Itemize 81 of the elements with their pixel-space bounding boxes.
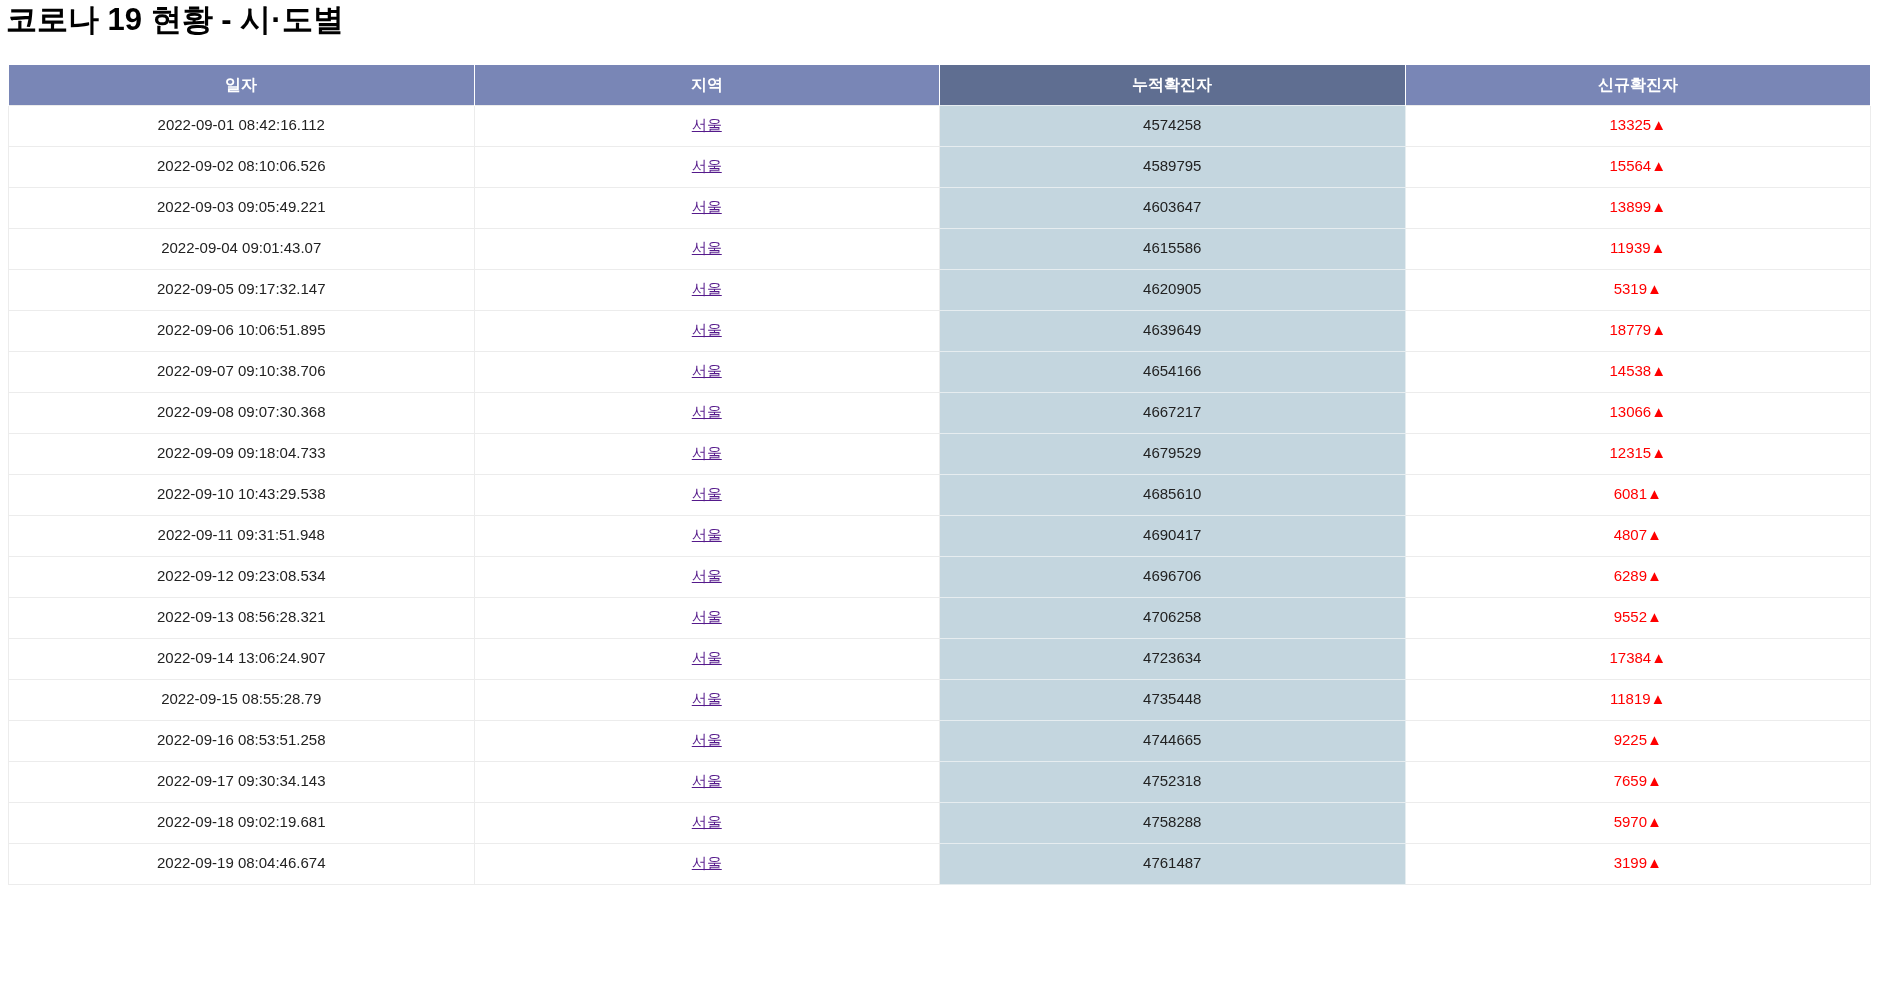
table-cell: 18779▲ [1609,321,1667,339]
region-link[interactable]: 서울 [691,444,722,462]
table-cell: 2022-09-07 09:10:38.706 [157,362,326,380]
table-cell: 4639649 [1143,321,1202,339]
column-header[interactable]: 지역 [474,65,940,105]
table-cell: 4723634 [1143,649,1202,667]
page-title: 코로나 19 현황 - 시·도별 [5,1,345,39]
table-cell: 2022-09-15 08:55:28.79 [161,690,322,708]
region-link[interactable]: 서울 [691,362,722,380]
table-cell: 13066▲ [1609,403,1667,421]
region-link[interactable]: 서울 [691,731,722,749]
region-link[interactable]: 서울 [691,690,722,708]
table-cell: 4807▲ [1613,526,1662,544]
table-cell: 2022-09-16 08:53:51.258 [157,731,326,749]
region-link[interactable]: 서울 [691,649,722,667]
table-cell: 2022-09-08 09:07:30.368 [157,403,326,421]
region-link[interactable]: 서울 [691,854,722,872]
column-header[interactable]: 신규확진자 [1405,65,1871,105]
table-cell: 6289▲ [1613,567,1662,585]
table-cell: 4696706 [1143,567,1202,585]
table-cell: 4615586 [1143,239,1202,257]
table-cell: 2022-09-03 09:05:49.221 [157,198,326,216]
region-link[interactable]: 서울 [691,116,722,134]
table-cell: 2022-09-18 09:02:19.681 [157,813,326,831]
table-cell: 14538▲ [1609,362,1667,380]
table-cell: 2022-09-04 09:01:43.07 [161,239,322,257]
table-cell: 17384▲ [1609,649,1667,667]
region-link[interactable]: 서울 [691,198,722,216]
table-cell: 11819▲ [1610,690,1666,708]
table-cell: 13899▲ [1609,198,1667,216]
table-cell: 6081▲ [1613,485,1662,503]
column-header[interactable]: 누적확진자 [939,65,1405,105]
table-cell: 2022-09-06 10:06:51.895 [157,321,326,339]
table-cell: 4706258 [1143,608,1202,626]
table-cell: 2022-09-17 09:30:34.143 [157,772,326,790]
region-link[interactable]: 서울 [691,321,722,339]
table-cell: 4752318 [1143,772,1202,790]
region-link[interactable]: 서울 [691,280,722,298]
table-cell: 2022-09-19 08:04:46.674 [157,854,326,872]
table-cell: 4679529 [1143,444,1202,462]
table-cell: 4685610 [1143,485,1202,503]
region-link[interactable]: 서울 [691,813,722,831]
table-cell: 4620905 [1143,280,1202,298]
table-cell: 15564▲ [1609,157,1667,175]
table-cell: 4690417 [1143,526,1202,544]
table-cell: 2022-09-01 08:42:16.112 [157,116,325,134]
table-cell: 7659▲ [1613,772,1662,790]
table-cell: 2022-09-14 13:06:24.907 [157,649,326,667]
region-link[interactable]: 서울 [691,485,722,503]
region-link[interactable]: 서울 [691,526,722,544]
region-link[interactable]: 서울 [691,608,722,626]
table-cell: 4735448 [1143,690,1202,708]
table-cell: 4758288 [1143,813,1202,831]
table-cell: 12315▲ [1609,444,1667,462]
table-cell: 9552▲ [1613,608,1662,626]
table-cell: 3199▲ [1613,854,1662,872]
table-cell: 4589795 [1143,157,1202,175]
table-cell: 4744665 [1143,731,1202,749]
table-cell: 2022-09-13 08:56:28.321 [157,608,326,626]
table-cell: 4574258 [1143,116,1202,134]
region-link[interactable]: 서울 [691,772,722,790]
table-cell: 13325▲ [1609,116,1667,134]
table-cell: 4667217 [1143,403,1202,421]
table-cell: 2022-09-02 08:10:06.526 [157,157,326,175]
region-link[interactable]: 서울 [691,567,722,585]
table-cell: 4654166 [1143,362,1202,380]
column-header[interactable]: 일자 [8,65,474,105]
table-cell: 2022-09-12 09:23:08.534 [157,567,326,585]
table-cell: 2022-09-05 09:17:32.147 [157,280,326,298]
table-cell: 5970▲ [1613,813,1662,831]
table-cell: 2022-09-10 10:43:29.538 [157,485,326,503]
table-cell: 11939▲ [1610,239,1666,257]
table-cell: 5319▲ [1613,280,1662,298]
table-cell: 9225▲ [1613,731,1662,749]
table-cell: 4761487 [1143,854,1202,872]
region-link[interactable]: 서울 [691,239,722,257]
region-link[interactable]: 서울 [691,403,722,421]
region-link[interactable]: 서울 [691,157,722,175]
table-cell: 2022-09-09 09:18:04.733 [157,444,326,462]
table-cell: 4603647 [1143,198,1202,216]
table-cell: 2022-09-11 09:31:51.948 [157,526,325,544]
